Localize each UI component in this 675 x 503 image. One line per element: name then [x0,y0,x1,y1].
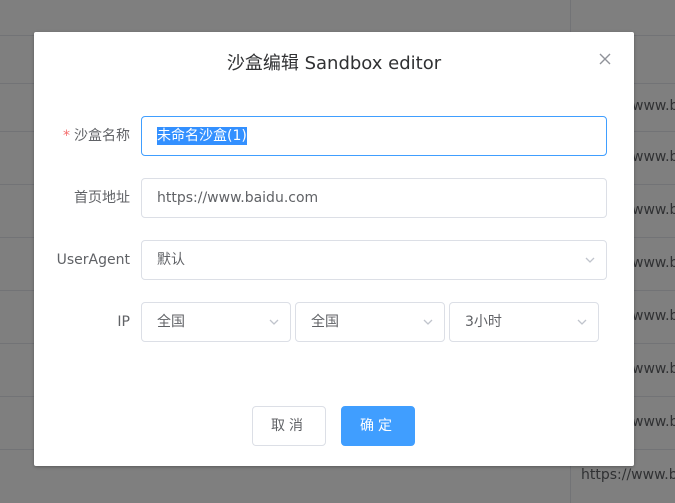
chevron-down-icon [584,254,596,266]
sandbox-editor-dialog: 沙盒编辑 Sandbox editor * 沙盒名称 未命名沙盒(1) 首页地址 … [34,32,634,466]
ip-label: IP [117,314,130,330]
sandbox-name-input[interactable]: 未命名沙盒(1) [141,116,607,156]
ip-region2-value: 全国 [311,314,339,330]
homepage-url-value: https://www.baidu.com [157,190,319,206]
form-row-homepage: 首页地址 https://www.baidu.com [34,178,634,218]
homepage-label: 首页地址 [74,190,130,206]
chevron-down-icon [576,316,588,328]
cancel-button[interactable]: 取消 [252,406,326,446]
chevron-down-icon [422,316,434,328]
ip-duration-select[interactable]: 3小时 [449,302,599,342]
required-mark: * [63,128,70,144]
sandbox-name-value: 未命名沙盒(1) [157,127,247,145]
close-button[interactable] [598,52,612,66]
useragent-select[interactable]: 默认 [141,240,607,280]
ip-duration-value: 3小时 [465,314,502,330]
useragent-label: UserAgent [56,252,130,268]
form-row-ip: IP 全国 全国 3小时 [34,302,634,342]
close-icon [599,53,611,65]
name-label-text: 沙盒名称 [74,128,130,144]
homepage-url-input[interactable]: https://www.baidu.com [141,178,607,218]
dialog-title: 沙盒编辑 Sandbox editor [226,53,442,74]
ip-region1-value: 全国 [157,314,185,330]
ip-region2-select[interactable]: 全国 [295,302,445,342]
form-row-useragent: UserAgent 默认 [34,240,634,280]
form-row-name: * 沙盒名称 未命名沙盒(1) [34,116,634,156]
ip-region1-select[interactable]: 全国 [141,302,291,342]
chevron-down-icon [268,316,280,328]
confirm-button[interactable]: 确定 [341,406,415,446]
useragent-value: 默认 [157,252,185,268]
name-label: * 沙盒名称 [63,116,130,156]
